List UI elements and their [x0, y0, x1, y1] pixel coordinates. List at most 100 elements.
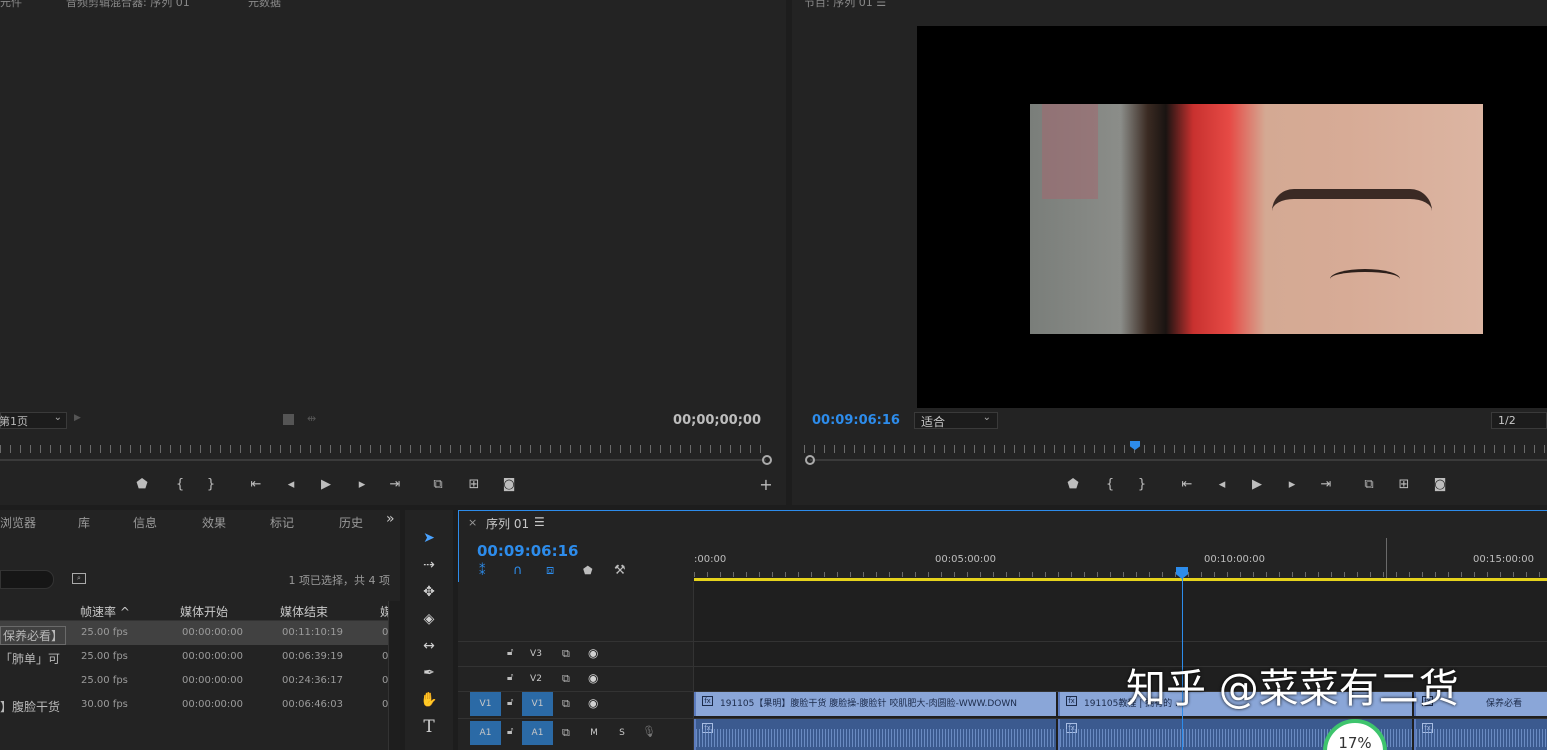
- tab-libraries[interactable]: 库: [78, 514, 90, 531]
- lock-icon[interactable]: 🔓︎: [507, 647, 513, 658]
- go-to-out-icon[interactable]: ⇥: [387, 477, 403, 493]
- eye-icon[interactable]: ◉: [588, 671, 598, 685]
- timeline-ruler[interactable]: :00:00 00:05:00:00 00:10:00:00 00:15:00:…: [694, 538, 1547, 582]
- project-row[interactable]: 保养必看】 25.00 fps 00:00:00:00 00:11:10:19 …: [0, 621, 388, 645]
- add-marker-icon[interactable]: ⬟: [583, 564, 593, 577]
- source-scrub-end-handle[interactable]: [762, 455, 772, 465]
- overwrite-icon[interactable]: ⊞: [466, 477, 482, 493]
- program-panel-title[interactable]: 节目: 序列 01 ☰: [804, 0, 886, 10]
- col-media-extra[interactable]: 媒: [380, 603, 388, 620]
- slip-tool-icon[interactable]: ↔: [417, 635, 441, 657]
- toggle-sync-icon[interactable]: ⧉: [562, 672, 570, 686]
- col-frame-rate[interactable]: 帧速率 ^: [80, 603, 130, 620]
- video-clip-1[interactable]: fx 191105【果明】腹脸干货 腹脸操-腹脸针 咬肌肥大-肉圆脸-WWW.D…: [694, 692, 1056, 716]
- audio-clip-3[interactable]: fx: [1414, 719, 1547, 750]
- close-icon[interactable]: ×: [468, 516, 477, 529]
- project-scrollbar[interactable]: [388, 601, 400, 750]
- audio-clip-1[interactable]: fx: [694, 719, 1056, 750]
- mark-in-icon[interactable]: {: [172, 477, 188, 493]
- lock-icon[interactable]: 🔓︎: [507, 672, 513, 683]
- play-icon[interactable]: ▶: [1249, 477, 1265, 493]
- add-button-icon[interactable]: +: [758, 477, 774, 493]
- lift-icon[interactable]: ⧉: [1361, 477, 1377, 493]
- panel-overflow-button[interactable]: »: [386, 511, 395, 527]
- export-frame-icon[interactable]: ◙: [501, 477, 517, 493]
- insert-icon[interactable]: ⧉: [430, 477, 446, 493]
- timeline-timecode[interactable]: 00:09:06:16: [477, 542, 579, 560]
- nest-icon[interactable]: ⁑: [479, 564, 486, 579]
- mark-out-icon[interactable]: }: [203, 477, 219, 493]
- track-select-tool-icon[interactable]: ⇢: [417, 554, 441, 576]
- program-scrub-bar[interactable]: [810, 459, 1547, 461]
- pen-tool-icon[interactable]: ✒: [417, 662, 441, 684]
- extract-icon[interactable]: ⊞: [1396, 477, 1412, 493]
- source-tab-audio-mixer[interactable]: 音频剪辑混合器: 序列 01: [66, 0, 190, 10]
- step-forward-icon[interactable]: ▸: [354, 477, 370, 493]
- track-label-v2[interactable]: V2: [527, 674, 545, 684]
- ruler-label-15: 00:15:00:00: [1473, 554, 1535, 565]
- eye-icon[interactable]: ◉: [588, 646, 598, 660]
- selection-tool-icon[interactable]: ➤: [417, 527, 441, 549]
- source-tab-effects[interactable]: 元件: [0, 0, 22, 10]
- col-media-start[interactable]: 媒体开始: [180, 603, 228, 620]
- go-to-in-icon[interactable]: ⇤: [248, 477, 264, 493]
- project-row[interactable]: 「肺单」可 25.00 fps 00:00:00:00 00:06:39:19 …: [0, 645, 388, 669]
- play-arrow-small-icon[interactable]: ▶: [74, 413, 81, 423]
- project-row[interactable]: 25.00 fps 00:00:00:00 00:24:36:17 0: [0, 669, 388, 693]
- mark-out-icon[interactable]: }: [1134, 477, 1150, 493]
- safe-margin-icon[interactable]: [283, 414, 294, 425]
- project-row[interactable]: 】腹脸干货 30.00 fps 00:00:00:00 00:06:46:03 …: [0, 693, 388, 717]
- source-scrub-bar[interactable]: [0, 459, 766, 461]
- tab-effects[interactable]: 效果: [202, 514, 226, 531]
- go-to-out-icon[interactable]: ⇥: [1318, 477, 1334, 493]
- lock-icon[interactable]: 🔓︎: [507, 697, 513, 708]
- menu-icon[interactable]: ☰: [534, 515, 545, 529]
- type-tool-icon[interactable]: T: [417, 716, 441, 738]
- page-select-dropdown[interactable]: 第1页 ⌄: [0, 412, 67, 429]
- tab-media-browser[interactable]: 浏览器: [0, 514, 36, 531]
- snap-icon[interactable]: ∩: [513, 563, 523, 578]
- track-label-v3[interactable]: V3: [527, 649, 545, 659]
- step-back-icon[interactable]: ◂: [1214, 477, 1230, 493]
- solo-button[interactable]: S: [616, 728, 628, 738]
- toggle-sync-icon[interactable]: ⧉: [562, 647, 570, 661]
- fit-select-dropdown[interactable]: 适合 ⌄: [914, 412, 998, 429]
- step-forward-icon[interactable]: ▸: [1284, 477, 1300, 493]
- resolution-select-dropdown[interactable]: 1/2: [1491, 412, 1547, 429]
- source-time-ruler[interactable]: [0, 445, 770, 453]
- source-timecode[interactable]: 00;00;00;00: [673, 413, 761, 428]
- row-end: 00:24:36:17: [282, 675, 344, 686]
- go-to-in-icon[interactable]: ⇤: [1179, 477, 1195, 493]
- source-tab-metadata[interactable]: 元数据: [248, 0, 281, 10]
- play-icon[interactable]: ▶: [318, 477, 334, 493]
- toggle-sync-icon[interactable]: ⧉: [562, 697, 570, 711]
- tab-info[interactable]: 信息: [133, 514, 157, 531]
- mute-button[interactable]: M: [588, 728, 600, 738]
- add-marker-icon[interactable]: ⬟: [1065, 477, 1081, 493]
- program-timecode[interactable]: 00:09:06:16: [812, 413, 900, 428]
- razor-tool-icon[interactable]: ◈: [417, 608, 441, 630]
- eye-icon[interactable]: ◉: [588, 696, 598, 710]
- add-marker-icon[interactable]: ⬟: [134, 477, 150, 493]
- wrench-icon[interactable]: ⚒: [614, 563, 626, 578]
- step-back-icon[interactable]: ◂: [283, 477, 299, 493]
- program-time-ruler[interactable]: [804, 445, 1547, 453]
- hand-tool-icon[interactable]: ✋: [417, 689, 441, 711]
- program-scrub-start-handle[interactable]: [805, 455, 815, 465]
- lock-icon[interactable]: 🔓︎: [507, 726, 513, 737]
- export-frame-icon[interactable]: ◙: [1432, 477, 1448, 493]
- linked-selection-icon[interactable]: ⧈: [546, 563, 554, 578]
- timeline-tab-title[interactable]: 序列 01: [486, 515, 529, 532]
- tab-markers[interactable]: 标记: [270, 514, 294, 531]
- mark-in-icon[interactable]: {: [1102, 477, 1118, 493]
- watermark-text: 知乎 @菜菜有二货: [1126, 666, 1459, 712]
- find-icon[interactable]: ⌕: [72, 573, 86, 584]
- microphone-icon[interactable]: 🎙︎: [642, 725, 656, 738]
- compare-icon[interactable]: ⇹: [307, 412, 316, 425]
- tab-history[interactable]: 历史: [339, 514, 365, 531]
- ripple-edit-tool-icon[interactable]: ✥: [417, 581, 441, 603]
- work-area-bar[interactable]: [694, 578, 1547, 581]
- col-media-end[interactable]: 媒体结束: [280, 603, 328, 620]
- toggle-sync-icon[interactable]: ⧉: [562, 726, 570, 740]
- project-search-input[interactable]: [0, 570, 54, 589]
